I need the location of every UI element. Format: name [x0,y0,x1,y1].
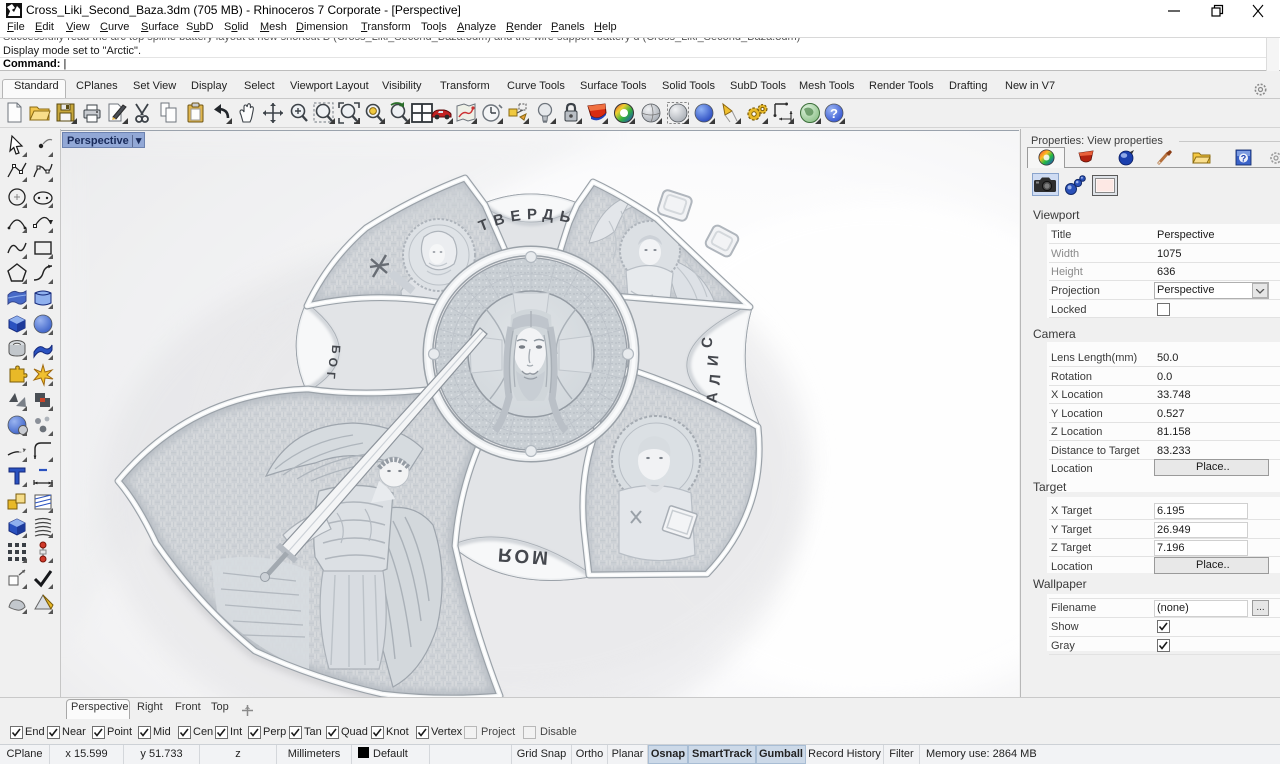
svg-text:МОЯ: МОЯ [494,543,548,568]
svg-text:И: И [705,354,723,366]
svg-text:А: А [704,391,722,403]
svg-text:О: О [326,357,341,367]
svg-text:?: ? [1241,154,1247,164]
svg-text:Б: Б [329,344,344,354]
svg-text:Г: Г [324,371,338,379]
svg-text:С: С [699,336,717,348]
svg-text:?: ? [830,106,838,121]
svg-text:Л: Л [707,374,725,386]
